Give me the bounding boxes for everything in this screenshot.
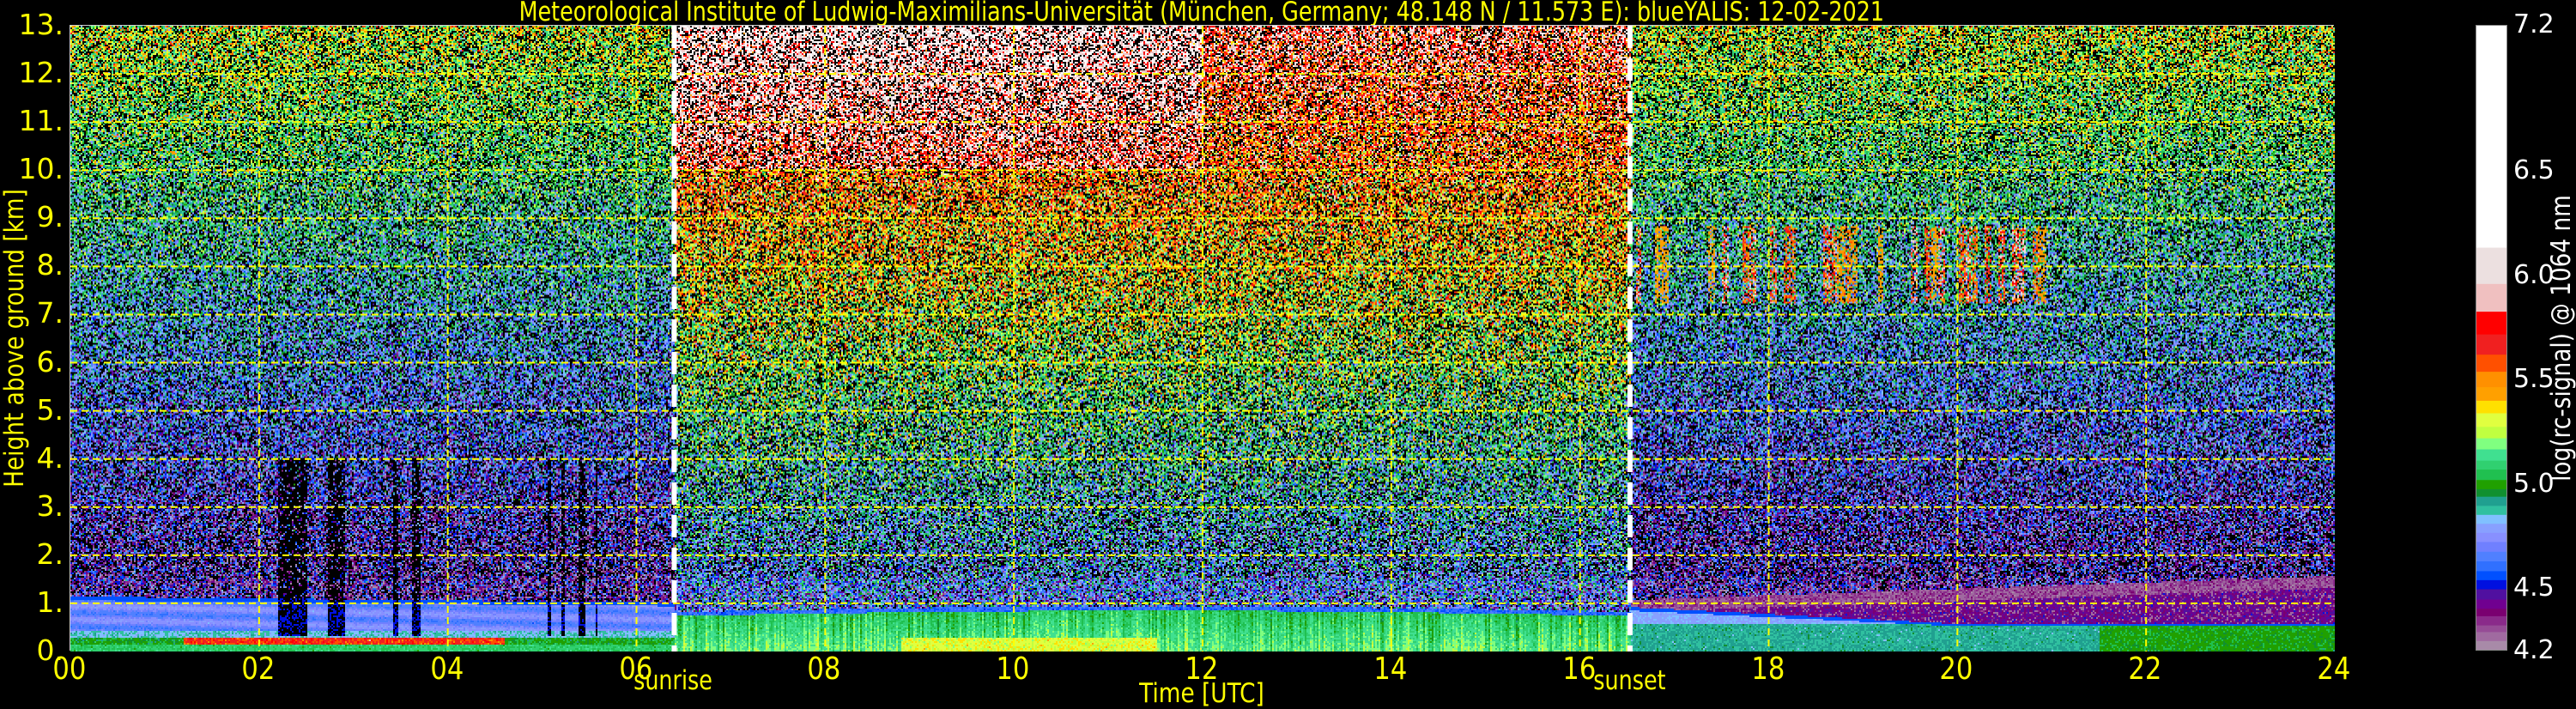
x-tick-label: 08 <box>790 652 858 687</box>
x-tick-text: 24 <box>2317 651 2351 687</box>
colorbar-tick-label: 4.2 <box>2513 635 2555 665</box>
y-tick-label: 4. <box>36 440 64 475</box>
colorbar-tick-label: 6.5 <box>2513 155 2555 186</box>
sunrise-label: sunrise <box>633 665 713 696</box>
y-tick-label: 1. <box>36 585 64 619</box>
colorbar-band <box>2476 400 2507 414</box>
colorbar-band <box>2476 598 2507 609</box>
colorbar-tick-label: 4.5 <box>2513 573 2555 603</box>
sunset-annotation: sunset <box>1543 666 1715 695</box>
x-tick-text: 14 <box>1373 651 1408 687</box>
colorbar-band <box>2476 354 2507 373</box>
x-tick-text: 04 <box>430 651 464 687</box>
chart-title-text: Meteorological Institute of Ludwig-Maxim… <box>518 0 1885 27</box>
x-tick-text: 10 <box>996 651 1030 687</box>
colorbar-band <box>2476 640 2507 651</box>
colorbar-band <box>2476 334 2507 355</box>
y-tick-label: 7. <box>36 296 64 330</box>
colorbar-band <box>2476 496 2507 506</box>
y-tick-label: 9. <box>36 200 64 234</box>
y-tick-label: 5. <box>36 392 64 427</box>
x-tick-text: 20 <box>1939 651 1973 687</box>
colorbar-band <box>2476 488 2507 497</box>
colorbar-band <box>2476 371 2507 388</box>
colorbar-tick-label: 7.2 <box>2513 9 2555 39</box>
x-tick-label: 20 <box>1922 652 1991 687</box>
colorbar-band <box>2476 449 2507 461</box>
chart-title: Meteorological Institute of Ludwig-Maxim… <box>0 0 2403 27</box>
sunrise-annotation: sunrise <box>587 666 759 695</box>
y-axis-label: Height above ground [km] <box>0 189 30 488</box>
x-tick-label: 10 <box>979 652 1047 687</box>
y-tick-label: 3. <box>36 488 64 523</box>
y-tick-label: 13. <box>18 8 64 41</box>
colorbar-band <box>2476 426 2507 439</box>
colorbar-band <box>2476 561 2507 572</box>
x-axis-label: Time [UTC] <box>1139 678 1264 709</box>
colorbar-band <box>2476 283 2507 312</box>
colorbar-label: log(rc-signal) @ 1064 nm <box>2546 195 2576 482</box>
colorbar-band <box>2476 541 2507 552</box>
x-tick-label: 00 <box>35 652 104 687</box>
x-tick-label: 22 <box>2111 652 2179 687</box>
sunset-label: sunset <box>1592 665 1666 696</box>
colorbar-band <box>2476 469 2507 481</box>
x-tick-label: 18 <box>1734 652 1803 687</box>
colorbar-band <box>2476 438 2507 450</box>
y-tick-label: 12. <box>18 56 64 90</box>
x-tick-text: 00 <box>52 651 87 687</box>
colorbar-band <box>2476 386 2507 401</box>
colorbar-band <box>2476 615 2507 626</box>
x-tick-label: 02 <box>224 652 293 687</box>
x-tick-text: 22 <box>2128 651 2162 687</box>
colorbar-band <box>2476 479 2507 489</box>
colorbar-band <box>2476 505 2507 515</box>
plot-area <box>70 25 2335 651</box>
colorbar-band <box>2476 608 2507 616</box>
colorbar-band <box>2476 514 2507 524</box>
colorbar-band <box>2476 631 2507 641</box>
colorbar-band <box>2476 570 2507 580</box>
colorbar-band <box>2476 532 2507 542</box>
x-tick-label: 04 <box>413 652 482 687</box>
colorbar-band <box>2476 412 2507 427</box>
x-tick-text: 02 <box>241 651 276 687</box>
colorbar-band <box>2476 311 2507 335</box>
y-tick-label: 8. <box>36 248 64 282</box>
y-tick-label: 2. <box>36 536 64 571</box>
y-tick-label: 11. <box>18 104 64 138</box>
y-tick-label: 6. <box>36 344 64 379</box>
colorbar <box>2476 25 2507 651</box>
colorbar-band <box>2476 460 2507 470</box>
x-tick-label: 24 <box>2300 652 2368 687</box>
colorbar-band <box>2476 523 2507 533</box>
y-tick-label: 10. <box>18 152 64 186</box>
colorbar-band <box>2476 579 2507 590</box>
colorbar-band <box>2476 589 2507 600</box>
grid-overlay <box>70 26 2335 651</box>
colorbar-band <box>2476 247 2507 284</box>
x-tick-text: 18 <box>1751 651 1785 687</box>
x-tick-text: 08 <box>807 651 841 687</box>
colorbar-band <box>2476 551 2507 562</box>
colorbar-band <box>2476 25 2507 248</box>
x-tick-label: 14 <box>1356 652 1425 687</box>
colorbar-band <box>2476 625 2507 633</box>
